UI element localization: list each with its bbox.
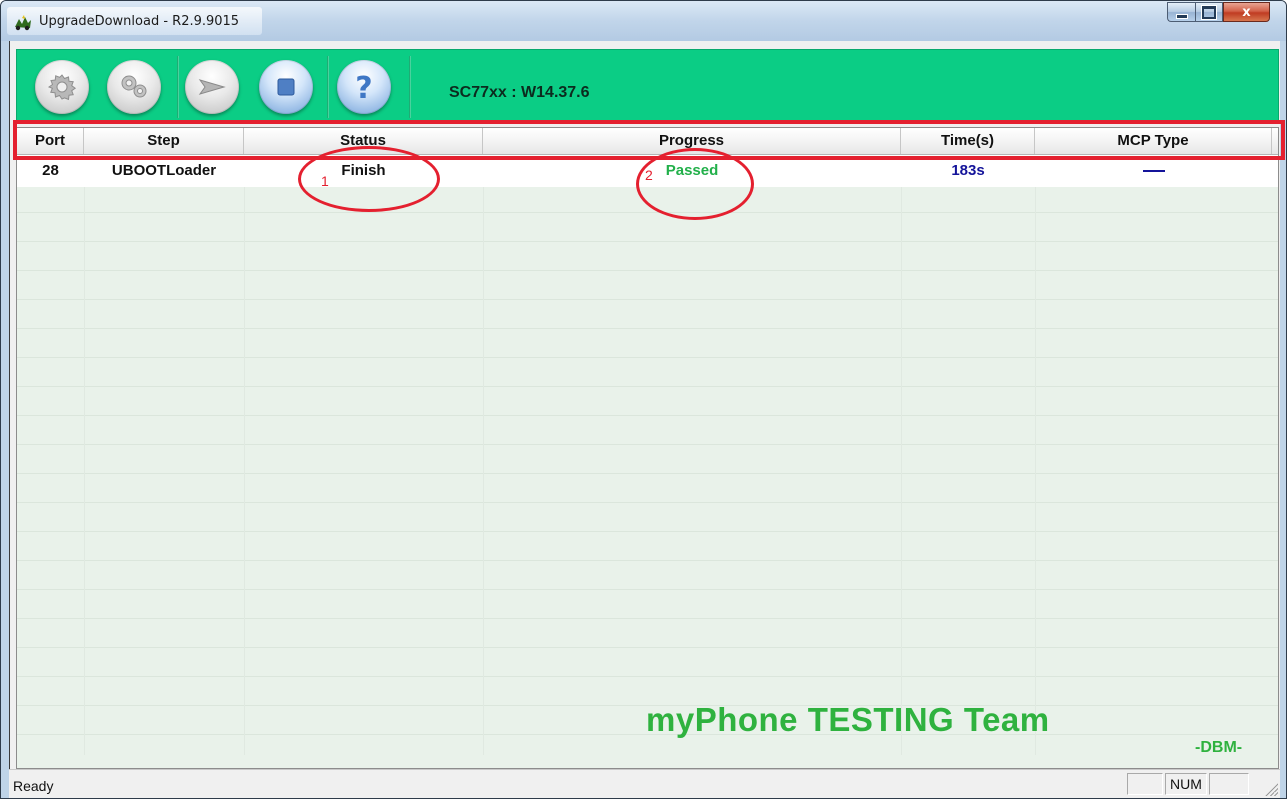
- help-question-icon: ?: [355, 71, 372, 104]
- close-button[interactable]: x: [1223, 2, 1270, 22]
- app-icon: [15, 15, 31, 31]
- mcp-type-dash: [1142, 170, 1165, 173]
- advanced-settings-button[interactable]: [107, 60, 161, 114]
- settings-gear-icon: [47, 74, 77, 101]
- maximize-icon: [1202, 5, 1216, 19]
- column-divider: [244, 155, 245, 755]
- status-text: Ready: [13, 778, 54, 794]
- title-bar[interactable]: UpgradeDownload - R2.9.9015 x: [1, 1, 1286, 41]
- start-button[interactable]: [185, 60, 239, 114]
- multi-gear-icon: [121, 75, 147, 98]
- caption-buttons: x: [1167, 2, 1270, 24]
- minimize-icon: [1175, 13, 1188, 19]
- app-window: UpgradeDownload - R2.9.9015 x ? SC77xx:…: [0, 0, 1287, 799]
- toolbar-separator: [327, 56, 329, 118]
- progress-annotation-circle: [636, 148, 754, 220]
- toolbar: ? SC77xx : W14.37.6: [16, 49, 1279, 123]
- status-annotation-circle: [298, 146, 440, 212]
- minimize-button[interactable]: [1167, 2, 1195, 22]
- status-annotation-number: 1: [321, 173, 329, 189]
- row-highlight-box: [13, 120, 1285, 160]
- column-divider: [901, 155, 902, 755]
- status-pane-num: NUM: [1165, 773, 1207, 795]
- status-pane-caps: [1127, 773, 1163, 795]
- stop-button[interactable]: [259, 60, 313, 114]
- watermark-text: myPhone TESTING Team: [646, 701, 1050, 738]
- window-title: UpgradeDownload - R2.9.9015: [39, 14, 240, 29]
- column-divider: [1035, 155, 1036, 755]
- settings-button[interactable]: [35, 60, 89, 114]
- port-list[interactable]: Port Step Status Progress Time(s) MCP Ty…: [16, 127, 1279, 769]
- toolbar-separator: [409, 56, 411, 118]
- progress-annotation-number: 2: [645, 167, 653, 183]
- watermark-signature: -DBM-: [1195, 739, 1243, 756]
- play-arrow-icon: [198, 79, 226, 95]
- stop-icon: [277, 78, 295, 96]
- empty-row-grid: [17, 155, 1278, 755]
- maximize-button[interactable]: [1195, 2, 1223, 22]
- resize-grip[interactable]: [1264, 782, 1278, 796]
- device-version-label: SC77xx : W14.37.6: [449, 84, 590, 101]
- column-divider: [84, 155, 85, 755]
- close-icon: x: [1242, 4, 1251, 20]
- toolbar-separator: [177, 56, 179, 118]
- column-divider: [483, 155, 484, 755]
- status-bar: Ready NUM: [9, 769, 1280, 798]
- svg-text:?: ?: [355, 71, 372, 104]
- status-pane-scroll: [1209, 773, 1249, 795]
- help-button[interactable]: ?: [337, 60, 391, 114]
